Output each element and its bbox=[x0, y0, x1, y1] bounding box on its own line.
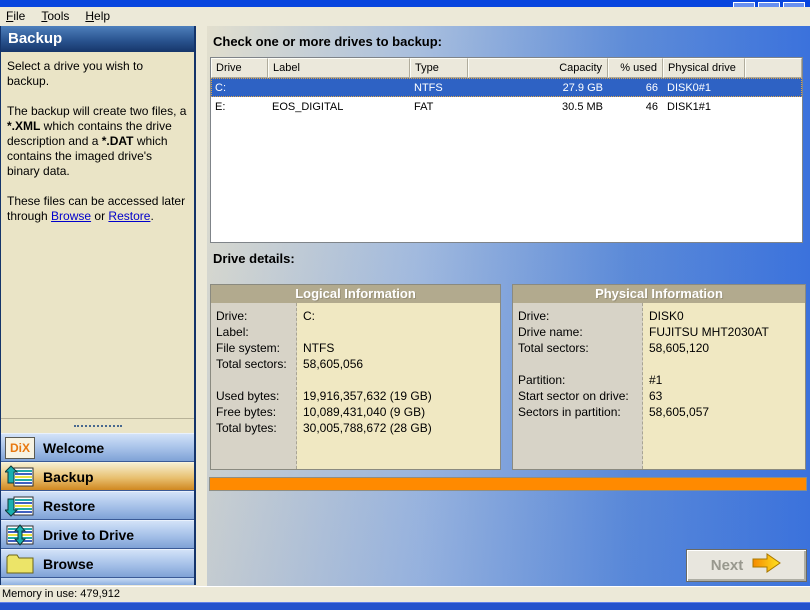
next-arrow-icon bbox=[752, 552, 782, 579]
sidebar: Backup Select a drive you wish to backup… bbox=[0, 26, 196, 585]
col-header-capacity[interactable]: Capacity bbox=[468, 58, 608, 78]
col-header-filler bbox=[745, 58, 802, 78]
col-header-type[interactable]: Type bbox=[410, 58, 468, 78]
sidebar-splitter-handle[interactable] bbox=[1, 419, 194, 433]
backup-drive-up-arrow-icon bbox=[4, 464, 36, 490]
drive-to-drive-arrows-icon bbox=[4, 522, 36, 548]
physical-labels: Drive: Drive name: Total sectors: Partit… bbox=[513, 303, 643, 469]
restore-drive-down-arrow-icon bbox=[4, 493, 36, 519]
progress-bar bbox=[209, 477, 807, 491]
drive-table-header: Drive Label Type Capacity % used Physica… bbox=[211, 58, 802, 78]
memory-status: Memory in use: 479,912 bbox=[2, 588, 120, 600]
physical-values: DISK0 FUJITSU MHT2030AT 58,605,120 #1 63… bbox=[643, 303, 805, 469]
physical-information-panel: Physical Information Drive: Drive name: … bbox=[512, 284, 806, 470]
folder-icon bbox=[4, 551, 36, 577]
main-panel: Check one or more drives to backup: Driv… bbox=[207, 26, 810, 586]
menu-bar: File Tools Help bbox=[0, 7, 810, 26]
status-bar: Memory in use: 479,912 bbox=[0, 586, 810, 602]
sidebar-title: Backup bbox=[1, 26, 194, 52]
table-row-drive-c[interactable]: C: NTFS 27.9 GB 66 DISK0#1 bbox=[211, 78, 802, 97]
restore-link[interactable]: Restore bbox=[108, 209, 150, 223]
logical-labels: Drive: Label: File system: Total sectors… bbox=[211, 303, 297, 469]
browse-link[interactable]: Browse bbox=[51, 209, 91, 223]
sidebar-item-browse[interactable]: Browse bbox=[1, 549, 194, 578]
sidebar-description: Select a drive you wish to backup. The b… bbox=[1, 52, 194, 419]
sidebar-item-restore[interactable]: Restore bbox=[1, 491, 194, 520]
logical-information-panel: Logical Information Drive: Label: File s… bbox=[210, 284, 501, 470]
sidebar-item-welcome[interactable]: DiX Welcome bbox=[1, 433, 194, 462]
menu-file[interactable]: File bbox=[0, 8, 33, 25]
table-row-drive-e[interactable]: E: EOS_DIGITAL FAT 30.5 MB 46 DISK1#1 bbox=[211, 97, 802, 116]
details-heading: Drive details: bbox=[213, 251, 295, 266]
taskbar-edge bbox=[0, 602, 810, 610]
col-header-drive[interactable]: Drive bbox=[211, 58, 268, 78]
next-button[interactable]: Next bbox=[686, 549, 807, 582]
sidebar-paragraph-1: Select a drive you wish to backup. bbox=[7, 59, 188, 89]
logical-values: C: NTFS 58,605,056 19,916,357,632 (19 GB… bbox=[297, 303, 500, 469]
menu-tools[interactable]: Tools bbox=[33, 8, 77, 25]
sidebar-paragraph-2: The backup will create two files, a *.XM… bbox=[7, 104, 188, 179]
drives-heading: Check one or more drives to backup: bbox=[213, 34, 442, 49]
menu-help[interactable]: Help bbox=[77, 8, 118, 25]
window-titlebar bbox=[0, 0, 810, 7]
sidebar-item-backup[interactable]: Backup bbox=[1, 462, 194, 491]
sidebar-filler bbox=[1, 578, 194, 585]
sidebar-item-drive-to-drive[interactable]: Drive to Drive bbox=[1, 520, 194, 549]
dix-logo-icon: DiX bbox=[4, 435, 36, 461]
logical-panel-title: Logical Information bbox=[211, 285, 500, 303]
sidebar-paragraph-3: These files can be accessed later throug… bbox=[7, 194, 188, 224]
physical-panel-title: Physical Information bbox=[513, 285, 805, 303]
col-header-label[interactable]: Label bbox=[268, 58, 410, 78]
col-header-physical[interactable]: Physical drive bbox=[663, 58, 745, 78]
drive-table: Drive Label Type Capacity % used Physica… bbox=[210, 57, 803, 243]
col-header-used[interactable]: % used bbox=[608, 58, 663, 78]
